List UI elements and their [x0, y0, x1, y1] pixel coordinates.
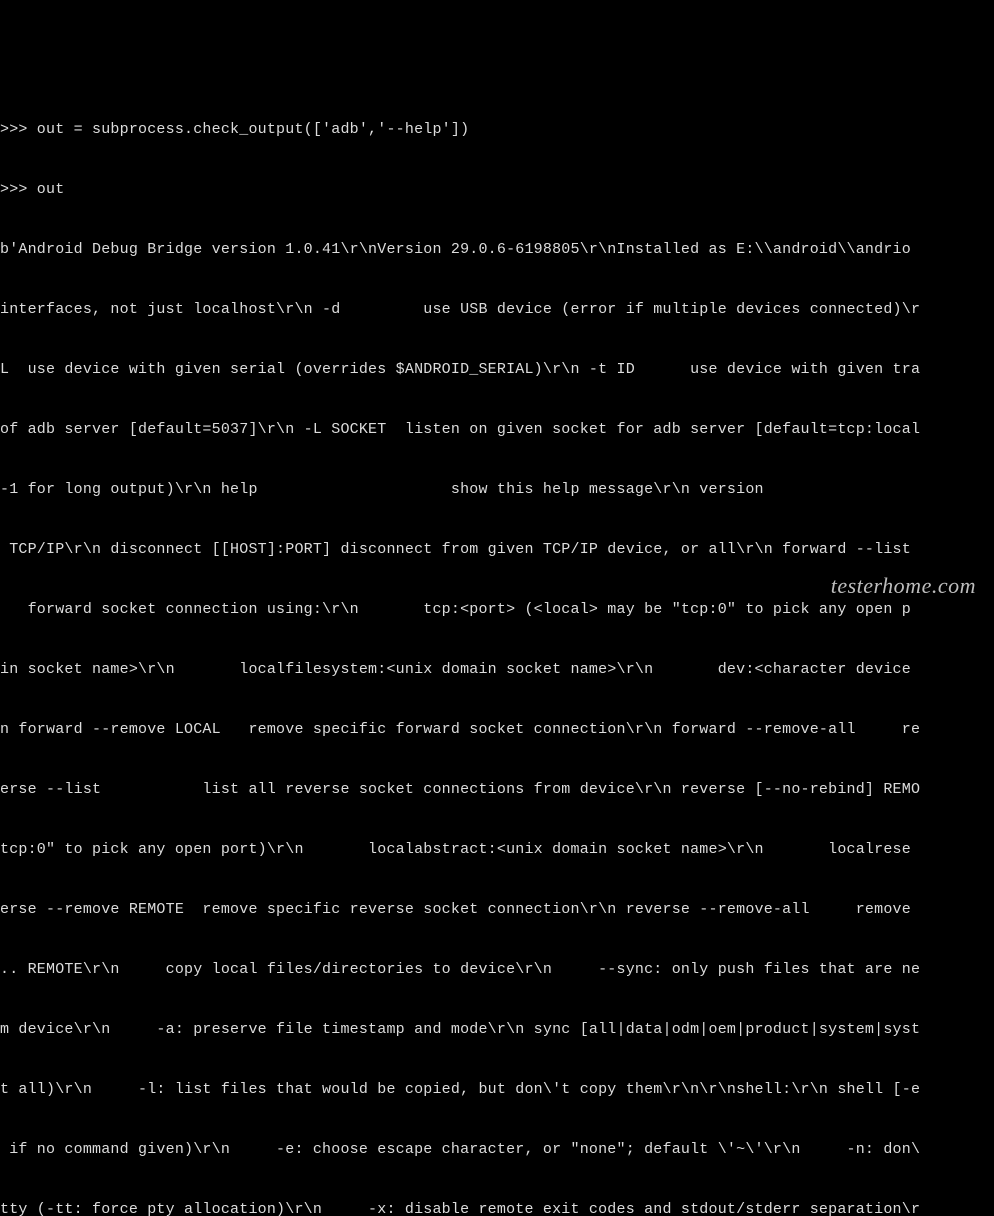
watermark-label: testerhome.com — [831, 576, 976, 596]
output-line: .. REMOTE\r\n copy local files/directori… — [0, 960, 994, 980]
output-line: forward socket connection using:\r\n tcp… — [0, 600, 994, 620]
repl-input-line: >>> out = subprocess.check_output(['adb'… — [0, 120, 994, 140]
output-line: interfaces, not just localhost\r\n -d us… — [0, 300, 994, 320]
output-line: erse --remove REMOTE remove specific rev… — [0, 900, 994, 920]
output-line: of adb server [default=5037]\r\n -L SOCK… — [0, 420, 994, 440]
output-line: tcp:0" to pick any open port)\r\n locala… — [0, 840, 994, 860]
output-line: -1 for long output)\r\n help show this h… — [0, 480, 994, 500]
output-line: erse --list list all reverse socket conn… — [0, 780, 994, 800]
output-line: TCP/IP\r\n disconnect [[HOST]:PORT] disc… — [0, 540, 994, 560]
output-line: L use device with given serial (override… — [0, 360, 994, 380]
output-line: n forward --remove LOCAL remove specific… — [0, 720, 994, 740]
output-line: tty (-tt: force pty allocation)\r\n -x: … — [0, 1200, 994, 1216]
repl-input-line: >>> out — [0, 180, 994, 200]
output-line: b'Android Debug Bridge version 1.0.41\r\… — [0, 240, 994, 260]
output-line: in socket name>\r\n localfilesystem:<uni… — [0, 660, 994, 680]
output-line: m device\r\n -a: preserve file timestamp… — [0, 1020, 994, 1040]
output-line: if no command given)\r\n -e: choose esca… — [0, 1140, 994, 1160]
output-line: t all)\r\n -l: list files that would be … — [0, 1080, 994, 1100]
